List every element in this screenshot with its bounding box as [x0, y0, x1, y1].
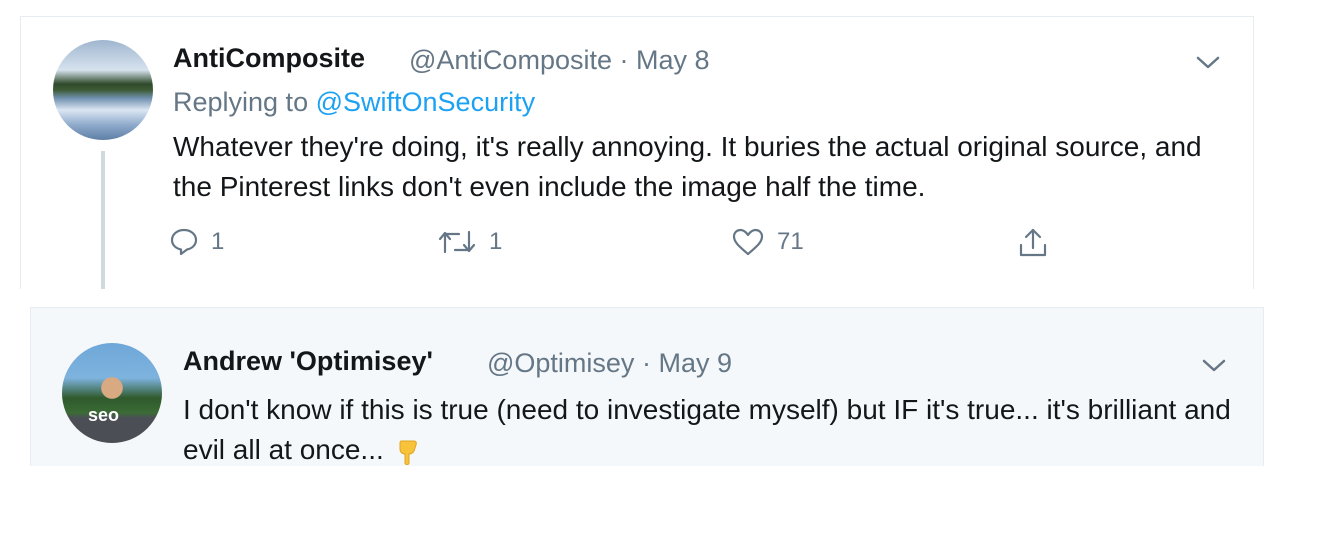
replying-prefix: Replying to	[173, 87, 309, 117]
like-count: 71	[777, 228, 804, 255]
pointing-down-emoji-icon	[399, 440, 417, 465]
tweet-text: I don't know if this is true (need to in…	[183, 390, 1243, 470]
meta-separator: ·	[641, 348, 651, 378]
reply-icon	[170, 228, 198, 256]
user-handle[interactable]: @AntiComposite	[409, 45, 612, 75]
retweet-icon	[438, 230, 476, 254]
tweet-text: Whatever they're doing, it's really anno…	[173, 131, 1202, 202]
tweet-card[interactable]: seo Andrew 'Optimisey' @Optimisey · May …	[30, 307, 1264, 466]
display-name[interactable]: AntiComposite	[173, 43, 365, 74]
retweet-button[interactable]: 1	[437, 227, 502, 257]
reply-button[interactable]: 1	[169, 227, 224, 257]
like-button[interactable]: 71	[731, 227, 804, 257]
tweet-meta: @AntiComposite · May 8	[409, 45, 710, 76]
tweet-date[interactable]: May 8	[636, 45, 710, 75]
tweet-text-body: I don't know if this is true (need to in…	[183, 394, 1231, 465]
replying-handle-link[interactable]: @SwiftOnSecurity	[316, 87, 535, 117]
avatar-badge: seo	[88, 405, 120, 425]
heart-icon	[732, 228, 764, 256]
tweet-meta: @Optimisey · May 9	[487, 348, 732, 379]
share-button[interactable]	[1017, 227, 1049, 259]
replying-to: Replying to @SwiftOnSecurity	[173, 87, 535, 118]
chevron-down-icon[interactable]	[1199, 355, 1229, 375]
retweet-count: 1	[489, 228, 503, 255]
reply-count: 1	[211, 228, 225, 255]
tweet-actions: 1 1 71	[169, 227, 1069, 267]
user-handle[interactable]: @Optimisey	[487, 348, 634, 378]
meta-separator: ·	[619, 45, 629, 75]
tweet-date[interactable]: May 9	[658, 348, 732, 378]
avatar[interactable]: seo	[62, 343, 162, 443]
thread-connector	[101, 151, 105, 289]
chevron-down-icon[interactable]	[1193, 52, 1223, 72]
avatar[interactable]	[53, 40, 153, 140]
share-icon	[1019, 228, 1047, 257]
tweet-card[interactable]: AntiComposite @AntiComposite · May 8 Rep…	[20, 16, 1254, 289]
display-name[interactable]: Andrew 'Optimisey'	[183, 346, 433, 377]
